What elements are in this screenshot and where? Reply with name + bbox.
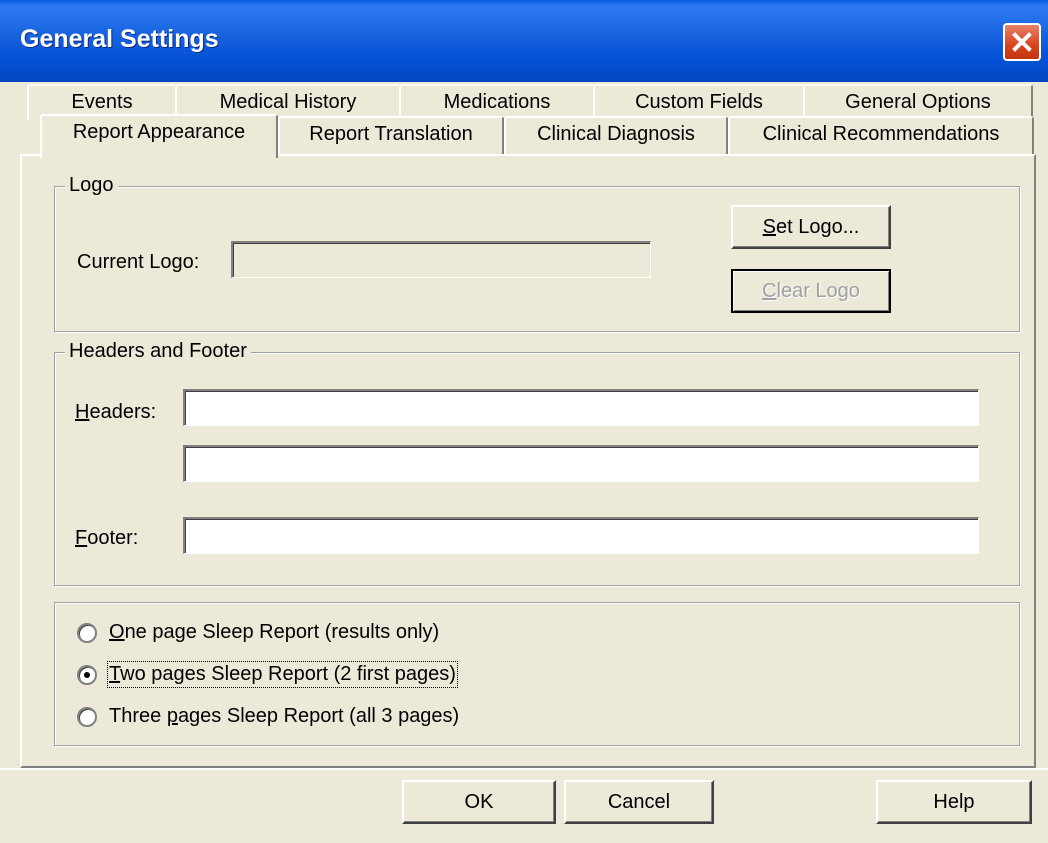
tab-clinical-diagnosis[interactable]: Clinical Diagnosis [504,116,728,154]
radio-two-pages-label: Two pages Sleep Report (2 first pages) [107,661,458,688]
tab-general-options[interactable]: General Options [803,84,1033,120]
radio-three-pages-button[interactable] [77,706,97,727]
tab-report-translation[interactable]: Report Translation [278,116,504,154]
radio-two-pages[interactable]: Two pages Sleep Report (2 first pages) [77,661,458,688]
header-line-2-field[interactable] [183,445,979,482]
radio-three-pages[interactable]: Three pages Sleep Report (all 3 pages) [77,705,459,728]
footer-field[interactable] [183,517,979,554]
tab-medications[interactable]: Medications [399,84,595,120]
radio-one-page-label: One page Sleep Report (results only) [109,621,440,643]
close-button[interactable] [1003,23,1041,61]
header-line-1-input[interactable] [185,391,978,425]
divider [0,768,1048,770]
clear-logo-button[interactable]: Clear Logo [731,269,891,313]
ok-button[interactable]: OK [402,780,556,824]
footer-input[interactable] [185,519,978,553]
radio-selected-dot [84,671,90,678]
help-button[interactable]: Help [876,780,1032,824]
radio-two-pages-button[interactable] [77,664,97,685]
logo-group: Logo Current Logo: Set Logo... Clear Log… [54,174,1020,332]
tab-report-appearance[interactable]: Report Appearance [40,114,278,158]
title-bar: General Settings [0,0,1048,82]
headers-footer-group-label: Headers and Footer [65,340,251,363]
headers-label: Headers: [75,401,157,423]
cancel-button[interactable]: Cancel [564,780,714,824]
radio-one-page-button[interactable] [77,622,97,643]
tab-custom-fields[interactable]: Custom Fields [593,84,805,120]
header-line-2-input[interactable] [185,447,978,481]
current-logo-input [233,243,650,277]
window-title: General Settings [20,25,219,53]
current-logo-field [231,241,651,278]
report-pages-group: One page Sleep Report (results only) Two… [54,602,1020,746]
footer-label: Footer: [75,527,139,549]
close-icon [1012,32,1032,52]
logo-group-label: Logo [65,174,118,197]
radio-three-pages-label: Three pages Sleep Report (all 3 pages) [109,705,460,727]
radio-one-page[interactable]: One page Sleep Report (results only) [77,621,439,644]
tab-clinical-recommendations[interactable]: Clinical Recommendations [728,116,1034,154]
headers-footer-group: Headers and Footer Headers: Footer: [54,340,1020,586]
tab-panel-report-appearance: Logo Current Logo: Set Logo... Clear Log… [20,154,1036,768]
header-line-1-field[interactable] [183,389,979,426]
set-logo-button[interactable]: Set Logo... [731,205,891,249]
current-logo-label: Current Logo: [77,251,200,273]
